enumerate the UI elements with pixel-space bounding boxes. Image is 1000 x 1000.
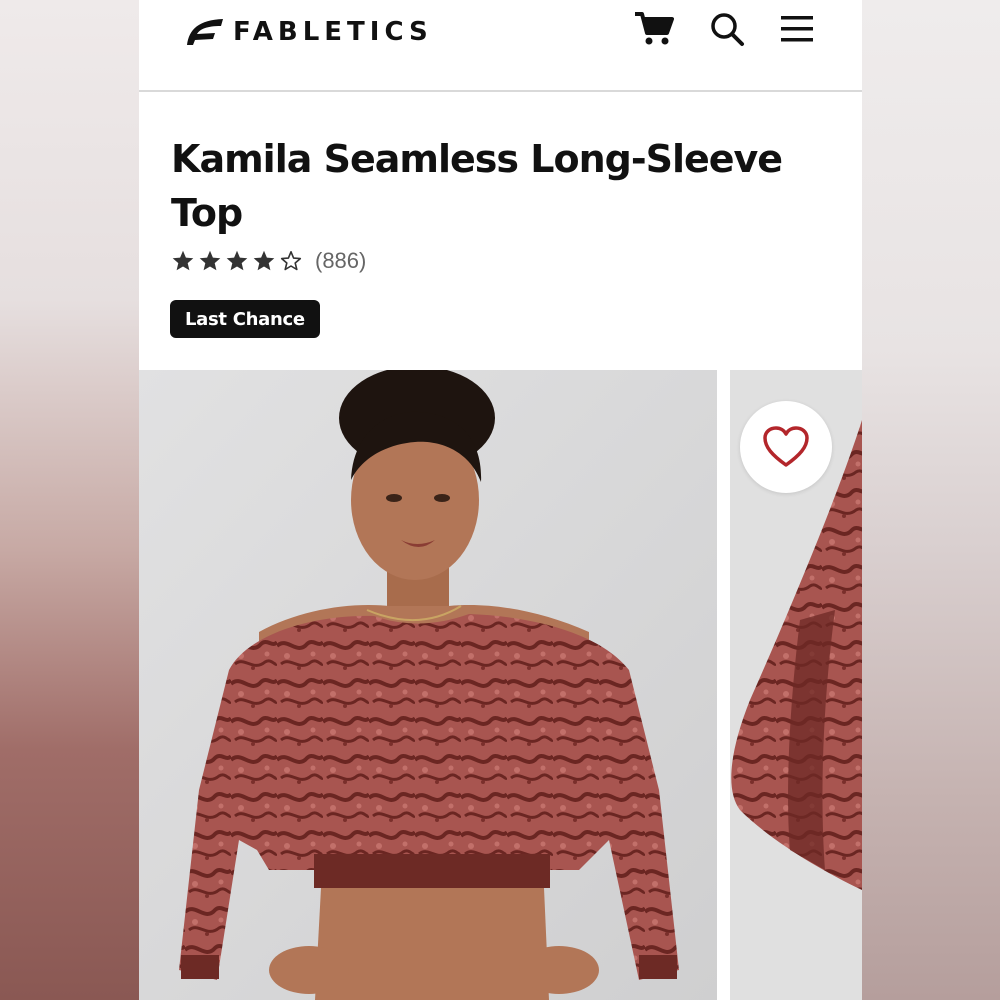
cart-icon — [635, 12, 674, 45]
phone-screen: FABLETICS Kamila Seamless Long-Sleeve To… — [139, 0, 862, 1000]
menu-button[interactable] — [775, 8, 819, 50]
search-button[interactable] — [705, 8, 749, 50]
rating-stars — [171, 249, 303, 273]
heart-icon — [763, 426, 809, 467]
last-chance-badge: Last Chance — [170, 300, 320, 338]
review-count: (886) — [315, 248, 367, 273]
star-filled-icon — [172, 250, 194, 271]
product-image-main[interactable] — [139, 370, 717, 1000]
background-blur-left — [0, 0, 139, 1000]
star-filled-icon — [253, 250, 275, 271]
product-title: Kamila Seamless Long-Sleeve Top — [171, 137, 783, 235]
star-filled-icon — [226, 250, 248, 271]
menu-icon — [781, 16, 813, 42]
product-rating[interactable]: (886) — [171, 248, 366, 274]
brand-name: FABLETICS — [233, 17, 433, 47]
model-photo — [139, 370, 717, 1000]
star-empty-icon — [280, 251, 302, 271]
fabletics-logo-icon — [187, 19, 223, 45]
search-icon — [711, 13, 744, 46]
site-header: FABLETICS — [139, 0, 862, 92]
favorite-button[interactable] — [740, 401, 832, 493]
background-blur-right — [862, 0, 1000, 1000]
cart-button[interactable] — [632, 8, 676, 50]
brand-logo[interactable]: FABLETICS — [183, 12, 433, 52]
star-filled-icon — [199, 250, 221, 271]
